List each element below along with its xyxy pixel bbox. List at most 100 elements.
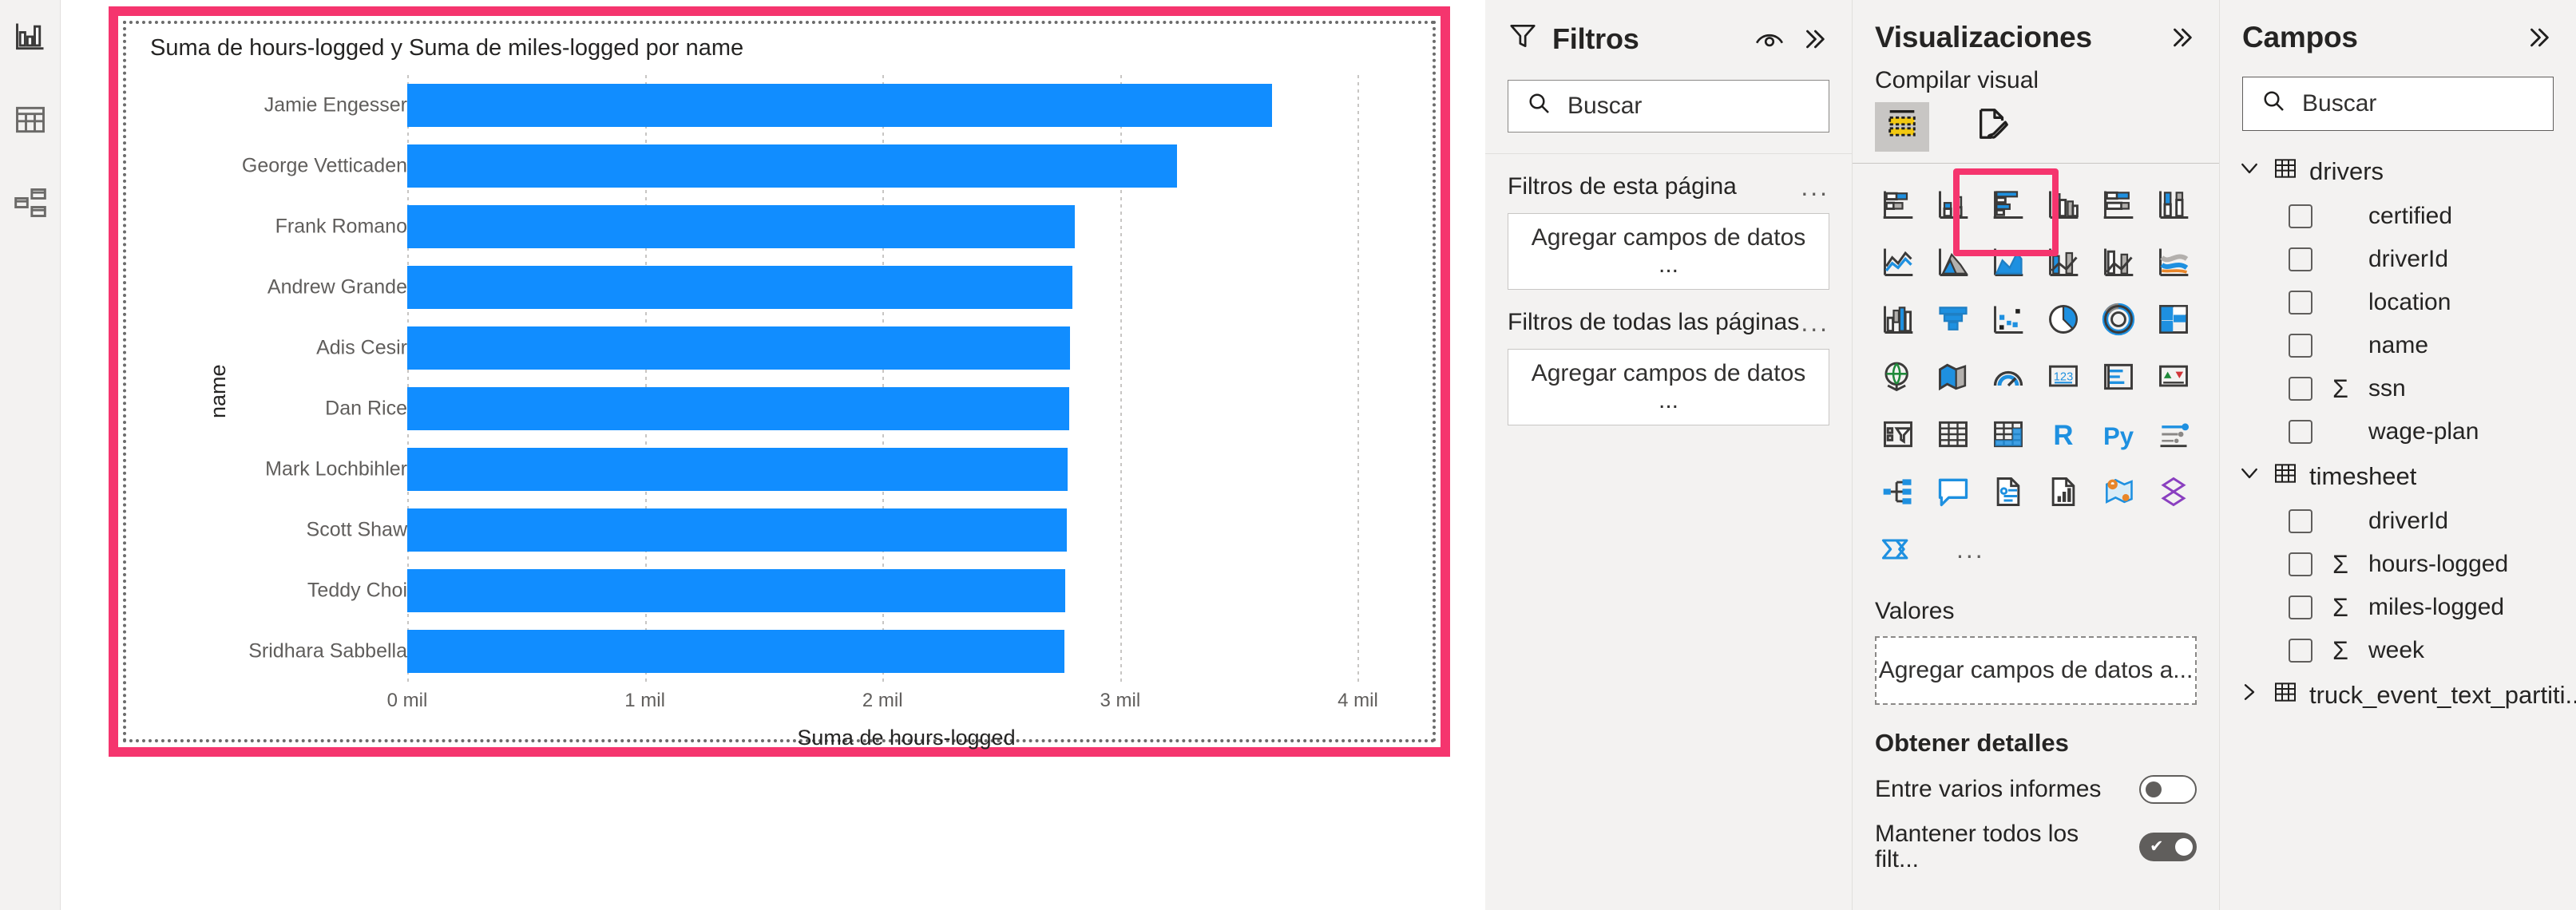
python-visual-icon[interactable]: Py	[2091, 411, 2146, 457]
qna-icon[interactable]	[1925, 469, 1980, 515]
bar-row[interactable]	[407, 630, 1405, 673]
chart-bar[interactable]	[407, 144, 1178, 188]
field-checkbox[interactable]	[2289, 639, 2312, 663]
line-and-clustered-column-chart-icon[interactable]	[2091, 239, 2146, 285]
field-checkbox[interactable]	[2289, 204, 2312, 228]
chevron-down-icon[interactable]	[2237, 156, 2261, 187]
table-icon[interactable]	[1925, 411, 1980, 457]
gauge-icon[interactable]	[1980, 354, 2035, 400]
chevron-right-icon[interactable]	[2237, 680, 2261, 710]
card-icon[interactable]: 123	[2035, 354, 2091, 400]
paginated-report-icon[interactable]	[2035, 469, 2091, 515]
stacked-bar-chart-icon[interactable]	[1870, 181, 1925, 228]
filters-all-pages-menu-button[interactable]: ...	[1801, 310, 1829, 335]
donut-chart-icon[interactable]	[2091, 296, 2146, 342]
slicer-icon[interactable]	[1870, 411, 1925, 457]
drill-cross-report-toggle[interactable]	[2139, 775, 2197, 804]
report-view-button[interactable]	[10, 19, 51, 61]
chevron-double-right-icon[interactable]	[1799, 26, 1829, 53]
bar-row[interactable]	[407, 448, 1405, 491]
treemap-icon[interactable]	[2146, 296, 2201, 342]
map-icon[interactable]	[1870, 354, 1925, 400]
bar-row[interactable]	[407, 205, 1405, 248]
build-visual-tab[interactable]	[1875, 102, 1929, 152]
chart-bar[interactable]	[407, 569, 1066, 612]
filled-map-icon[interactable]	[1925, 354, 1980, 400]
chevron-down-icon[interactable]	[2237, 461, 2261, 492]
hundred-percent-stacked-bar-chart-icon[interactable]	[2091, 181, 2146, 228]
drill-keep-filters-toggle[interactable]: ✔	[2139, 832, 2197, 861]
chart-bar[interactable]	[407, 84, 1273, 127]
fields-tree[interactable]: driversΣcertifiedΣdriverIdΣlocationΣname…	[2220, 131, 2576, 718]
key-influencers-icon[interactable]	[2146, 411, 2201, 457]
chevron-double-right-icon[interactable]	[2523, 24, 2554, 51]
field-item-hourslogged[interactable]: Σhours-logged	[2220, 543, 2576, 586]
kpi-icon[interactable]	[2146, 354, 2201, 400]
chart-bar[interactable]	[407, 326, 1071, 370]
field-checkbox[interactable]	[2289, 552, 2312, 576]
clustered-column-chart-icon[interactable]	[2035, 181, 2091, 228]
filters-search-input[interactable]: Buscar	[1508, 80, 1829, 133]
field-checkbox[interactable]	[2289, 291, 2312, 315]
visualization-gallery[interactable]: 123 R Py	[1853, 164, 2219, 515]
field-checkbox[interactable]	[2289, 595, 2312, 619]
bar-row[interactable]	[407, 569, 1405, 612]
field-item-name[interactable]: Σname	[2220, 324, 2576, 367]
field-checkbox[interactable]	[2289, 420, 2312, 444]
bar-row[interactable]	[407, 326, 1405, 370]
bar-row[interactable]	[407, 387, 1405, 430]
funnel-chart-icon[interactable]	[1925, 296, 1980, 342]
fields-search-input[interactable]: Buscar	[2242, 77, 2554, 131]
arcgis-maps-icon[interactable]	[2091, 469, 2146, 515]
chart-bar[interactable]	[407, 387, 1069, 430]
chart-bar[interactable]	[407, 266, 1073, 309]
chart-bar[interactable]	[407, 630, 1064, 673]
field-item-mileslogged[interactable]: Σmiles-logged	[2220, 586, 2576, 629]
multi-row-card-icon[interactable]	[2091, 354, 2146, 400]
field-item-driverid[interactable]: ΣdriverId	[2220, 238, 2576, 281]
model-view-button[interactable]	[10, 185, 51, 227]
area-chart-icon[interactable]	[1925, 239, 1980, 285]
chart-bar[interactable]	[407, 205, 1076, 248]
line-chart-icon[interactable]	[1870, 239, 1925, 285]
hundred-percent-stacked-column-chart-icon[interactable]	[2146, 181, 2201, 228]
bar-row[interactable]	[407, 144, 1405, 188]
field-item-week[interactable]: Σweek	[2220, 629, 2576, 672]
field-item-ssn[interactable]: Σssn	[2220, 367, 2576, 410]
field-item-driverid[interactable]: ΣdriverId	[2220, 500, 2576, 543]
chart-bar[interactable]	[407, 508, 1067, 552]
pie-chart-icon[interactable]	[2035, 296, 2091, 342]
ribbon-chart-icon[interactable]	[2146, 239, 2201, 285]
chevron-double-right-icon[interactable]	[2166, 24, 2197, 51]
field-checkbox[interactable]	[2289, 509, 2312, 533]
stacked-column-chart-icon[interactable]	[1925, 181, 1980, 228]
selected-visual-frame[interactable]: Suma de hours-logged y Suma de miles-log…	[109, 6, 1450, 757]
waterfall-chart-icon[interactable]	[1870, 296, 1925, 342]
fields-table-timesheet[interactable]: timesheet	[2220, 453, 2576, 500]
eye-icon[interactable]	[1754, 27, 1785, 51]
smart-narrative-icon[interactable]	[1980, 469, 2035, 515]
stacked-area-chart-icon[interactable]	[1980, 239, 2035, 285]
power-automate-icon[interactable]	[1873, 526, 1920, 572]
field-item-wageplan[interactable]: Σwage-plan	[2220, 410, 2576, 453]
field-checkbox[interactable]	[2289, 247, 2312, 271]
filters-page-menu-button[interactable]: ...	[1801, 174, 1829, 200]
fields-table-truck_event_text_partiti[interactable]: truck_event_text_partiti...	[2220, 672, 2576, 718]
field-checkbox[interactable]	[2289, 334, 2312, 358]
bar-chart-visual[interactable]: Suma de hours-logged y Suma de miles-log…	[123, 21, 1436, 750]
data-view-button[interactable]	[10, 102, 51, 144]
report-canvas[interactable]: Suma de hours-logged y Suma de miles-log…	[61, 0, 1485, 910]
bar-row[interactable]	[407, 508, 1405, 552]
chart-bars[interactable]	[407, 75, 1405, 682]
bar-row[interactable]	[407, 266, 1405, 309]
format-visual-tab[interactable]	[1966, 102, 2020, 152]
field-item-location[interactable]: Σlocation	[2220, 281, 2576, 324]
filters-page-dropzone[interactable]: Agregar campos de datos ...	[1508, 213, 1829, 290]
decomposition-tree-icon[interactable]	[1870, 469, 1925, 515]
values-dropzone[interactable]: Agregar campos de datos a...	[1875, 636, 2197, 705]
filters-all-pages-dropzone[interactable]: Agregar campos de datos ...	[1508, 349, 1829, 425]
bar-row[interactable]	[407, 84, 1405, 127]
scatter-chart-icon[interactable]	[1980, 296, 2035, 342]
clustered-bar-chart-icon[interactable]	[1980, 181, 2035, 228]
r-script-visual-icon[interactable]: R	[2035, 411, 2091, 457]
